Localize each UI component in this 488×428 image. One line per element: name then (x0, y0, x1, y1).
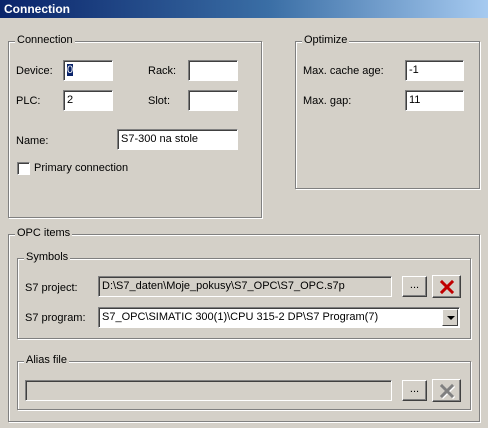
max-gap-input[interactable]: 11 (405, 90, 464, 111)
alias-file-browse-button[interactable]: ... (402, 380, 427, 401)
plc-label: PLC: (16, 95, 41, 107)
plc-input[interactable]: 2 (63, 90, 113, 111)
alias-file-field (25, 380, 392, 401)
device-label: Device: (16, 65, 53, 77)
s7-project-field: D:\S7_daten\Moje_pokusy\S7_OPC\S7_OPC.s7… (98, 276, 392, 297)
max-cache-age-label: Max. cache age: (303, 65, 384, 77)
s7-project-browse-button[interactable]: ... (402, 276, 427, 297)
window-title: Connection (4, 2, 70, 16)
optimize-legend: Optimize (302, 34, 350, 46)
slot-input[interactable] (188, 90, 238, 111)
name-input[interactable]: S7-300 na stole (117, 129, 238, 150)
rack-input[interactable] (188, 60, 238, 81)
s7-program-label: S7 program: (25, 312, 86, 324)
primary-connection-checkbox[interactable] (17, 162, 30, 175)
s7-program-value: S7_OPC\SIMATIC 300(1)\CPU 315-2 DP\S7 Pr… (102, 311, 379, 323)
red-x-icon (439, 279, 454, 295)
device-input[interactable]: 0 (63, 60, 113, 81)
symbols-legend: Symbols (24, 251, 71, 263)
s7-project-label: S7 project: (25, 282, 78, 294)
alias-file-legend: Alias file (24, 354, 69, 366)
s7-project-remove-button[interactable] (432, 275, 461, 298)
max-cache-age-input[interactable]: -1 (405, 60, 464, 81)
opc-items-legend: OPC items (15, 227, 73, 239)
name-label: Name: (16, 135, 49, 147)
device-value: 0 (67, 64, 74, 76)
primary-connection-label: Primary connection (34, 162, 129, 174)
connection-legend: Connection (15, 34, 75, 46)
title-bar: Connection (0, 0, 488, 18)
alias-file-remove-button (432, 379, 461, 402)
chevron-down-icon[interactable] (442, 309, 458, 326)
slot-label: Slot: (148, 95, 171, 107)
gray-x-icon (439, 383, 455, 400)
max-gap-label: Max. gap: (303, 95, 352, 107)
s7-program-select[interactable]: S7_OPC\SIMATIC 300(1)\CPU 315-2 DP\S7 Pr… (98, 307, 460, 328)
rack-label: Rack: (148, 65, 177, 77)
